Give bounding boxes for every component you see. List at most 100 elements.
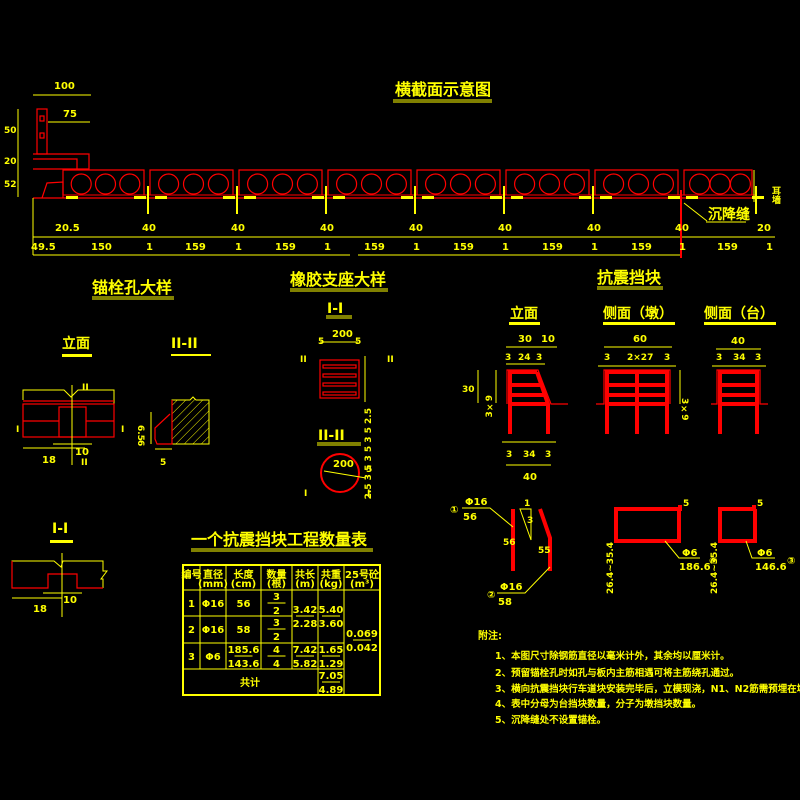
row12-total-len-bottom: 2.28 (293, 619, 318, 630)
slab-void (336, 173, 358, 195)
steel-plate (322, 364, 357, 369)
span-dim: 150 (91, 242, 112, 253)
rebar-2 (538, 508, 552, 571)
bearing-dim: 40 (409, 223, 423, 234)
elevation-label: 立面 (62, 335, 90, 352)
dim-bot: 3 (545, 450, 551, 460)
hatched-section (171, 396, 210, 445)
bearing-dims: 20.5 40 40 40 40 40 40 40 20 (55, 223, 771, 234)
slab-void (602, 173, 625, 195)
mark-II: II (81, 458, 88, 468)
bearing-pad (401, 196, 413, 199)
rebar-1-num: ① (450, 505, 458, 516)
slab-void (709, 173, 731, 195)
len-a: 56 (503, 538, 516, 548)
dim-bot: 34 (523, 450, 536, 460)
bearing-pad (511, 196, 523, 199)
rebar-3b-dia: Φ6 (757, 548, 773, 559)
bearing-pad (668, 196, 680, 199)
slab-void (70, 173, 92, 195)
slab-void (207, 173, 229, 195)
bearing-pad (66, 196, 78, 199)
rebar-3b (718, 505, 757, 543)
bearing-pad (579, 196, 591, 199)
note-item: 1、本图尺寸除钢筋直径以毫米计外，其余均以厘米计。 (495, 650, 730, 662)
bearing-pad (244, 196, 256, 199)
label-underline (50, 540, 73, 543)
span-dim: 159 (364, 242, 385, 253)
table-header-unit: (m³) (350, 579, 374, 590)
dim-pier-top: 60 (633, 334, 647, 345)
note-item: 5、沉降缝处不设置锚栓。 (495, 714, 606, 726)
anchor-hole-title: 锚栓孔大样 (92, 278, 172, 297)
dim-left-h: 3×9 (485, 395, 495, 418)
slab-void (538, 173, 561, 195)
dim-pier-mid: 3 (604, 353, 610, 363)
seismic-block-detail: 抗震挡块 立面 侧面（墩） 侧面（台） 30 10 3 24 3 3×9 30 (462, 268, 776, 483)
concrete-bottom: 0.042 (346, 643, 378, 654)
mark-I: I (367, 489, 370, 499)
table-title: 一个抗震挡块工程数量表 (191, 530, 368, 549)
total-top: 7.05 (319, 671, 344, 682)
rebar-3a-len: 186.6 (679, 562, 711, 573)
view-elevation-label: 立面 (510, 305, 538, 322)
notes-title: 附注: (478, 629, 502, 642)
dim-top2: 10 (541, 334, 555, 345)
concrete-top: 0.069 (346, 629, 378, 640)
hollow-slabs (62, 169, 753, 195)
row-dia: Φ6 (205, 652, 221, 663)
span-dim: 1 (235, 242, 242, 253)
slope-b: 3 (527, 516, 533, 526)
row-total-weight-bottom: 1.29 (319, 659, 344, 670)
note-item: 4、表中分母为台挡块数量，分子为墩挡块数量。 (495, 698, 701, 710)
curb-inner (33, 158, 78, 169)
row12-total-weight-top: 5.40 (319, 605, 344, 616)
bearing-pad (600, 196, 612, 199)
edge-block (41, 181, 64, 199)
dim-inner-width: 75 (63, 109, 77, 120)
span-dim: 49.5 (31, 242, 56, 253)
bearing-dim: 40 (320, 223, 334, 234)
rebar-3a (614, 505, 682, 543)
rubber-bearing-title: 橡胶支座大样 (290, 270, 386, 289)
span-dim: 159 (542, 242, 563, 253)
dim-200: 200 (332, 329, 353, 340)
bearing-pad (686, 196, 698, 199)
dim-abut-mid: 3 (755, 353, 761, 363)
row-qty-bottom: 2 (273, 606, 280, 617)
bearing-dim: 20.5 (55, 223, 80, 234)
dim-mid: 3 (536, 353, 542, 363)
block-pier-side: 60 3 2×27 3 3×9 (596, 334, 689, 434)
label-underline (509, 322, 540, 325)
row-total-len-top: 7.42 (293, 645, 318, 656)
curb (33, 153, 90, 170)
section-I-label: I-I (52, 521, 68, 537)
bearing-pad (333, 196, 345, 199)
elevation-outline (22, 389, 115, 420)
slab-void (425, 173, 447, 195)
bearing-layers (322, 364, 357, 396)
span-dims: 49.5 150 1 159 1 159 1 159 1 159 1 159 1 159 1 159 1 (31, 242, 773, 253)
dim-bot: 3 (506, 450, 512, 460)
mark-II: II (387, 355, 394, 365)
bearing-dim: 20 (757, 223, 771, 234)
side-a: 26.4~35.4 (606, 542, 616, 594)
section-I-label: I-I (327, 301, 343, 317)
row-qty-bottom: 4 (273, 659, 280, 670)
rebar-3b-num: ③ (787, 556, 795, 567)
rebar-2-num: ② (487, 590, 495, 601)
span-dim: 1 (146, 242, 153, 253)
section-II-label: II-II (318, 428, 345, 444)
mark-I: I (121, 425, 124, 435)
slab-void (119, 173, 141, 195)
row-len-bottom: 143.6 (228, 659, 260, 670)
slab-void (513, 173, 536, 195)
row-no: 3 (188, 652, 195, 663)
row-len: 58 (237, 625, 251, 636)
dim-pier-mid: 2×27 (627, 353, 653, 363)
layer-dims: 2.5 3 5 3 5 3 5 2.5 (364, 408, 374, 499)
mark-I: I (16, 425, 19, 435)
slab-void (158, 173, 180, 195)
dim-6: 6 (135, 440, 145, 446)
dim-abut-mid: 3 (716, 353, 722, 363)
